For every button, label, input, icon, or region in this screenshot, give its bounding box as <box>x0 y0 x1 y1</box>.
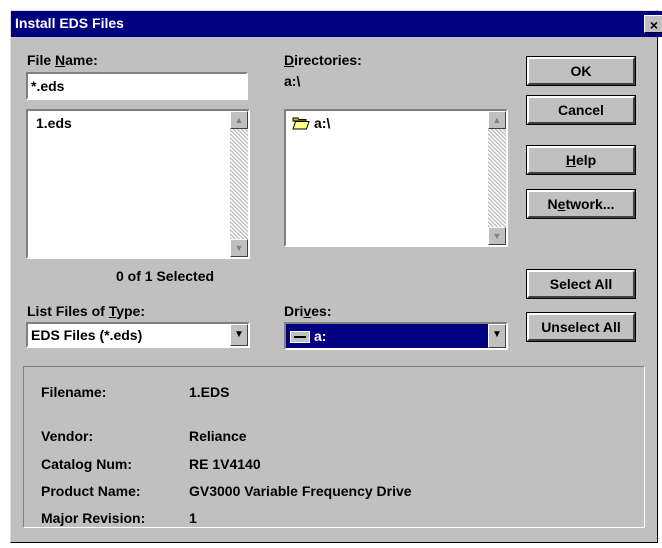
unselect-all-button[interactable]: Unselect All <box>527 313 635 341</box>
scroll-up-arrow-icon[interactable]: ▲ <box>488 111 506 129</box>
product-value: GV3000 Variable Frequency Drive <box>189 483 412 499</box>
window-title: Install EDS Files <box>15 15 124 31</box>
scroll-up-arrow-icon[interactable]: ▲ <box>230 111 248 129</box>
scroll-down-arrow-icon[interactable]: ▼ <box>488 227 506 245</box>
drives-value: a: <box>314 328 327 344</box>
scroll-down-arrow-icon[interactable]: ▼ <box>230 239 248 257</box>
vendor-label: Vendor: <box>41 428 94 444</box>
file-list-item[interactable]: 1.eds <box>36 115 72 131</box>
current-directory: a:\ <box>284 73 301 89</box>
drives-select[interactable]: a: ▼ <box>284 322 508 350</box>
file-name-value: *.eds <box>31 78 65 94</box>
network-button[interactable]: Network... <box>527 190 635 218</box>
cancel-button[interactable]: Cancel <box>527 96 635 124</box>
filename-value: 1.EDS <box>189 384 230 400</box>
revision-value: 1 <box>189 510 197 526</box>
help-button[interactable]: Help <box>527 146 635 174</box>
file-list-scrollbar[interactable]: ▲ ▼ <box>230 111 248 257</box>
catalog-label: Catalog Num: <box>41 456 132 472</box>
catalog-value: RE 1V4140 <box>189 456 261 472</box>
directories-label: Directories: <box>284 52 362 68</box>
close-button[interactable]: × <box>644 15 662 33</box>
title-bar[interactable]: Install EDS Files × <box>11 11 662 37</box>
directory-scrollbar[interactable]: ▲ ▼ <box>488 111 506 245</box>
file-name-input[interactable]: *.eds <box>26 72 248 100</box>
file-type-value: EDS Files (*.eds) <box>31 327 143 343</box>
directory-list[interactable]: a:\ ▲ ▼ <box>284 109 508 247</box>
drive-icon <box>290 330 310 343</box>
file-type-select[interactable]: EDS Files (*.eds) ▼ <box>26 322 250 348</box>
selection-status: 0 of 1 Selected <box>116 268 215 284</box>
file-name-label: File Name: <box>27 52 98 68</box>
filename-label: Filename: <box>41 384 107 400</box>
vendor-value: Reliance <box>189 428 247 444</box>
select-all-button[interactable]: Select All <box>527 270 635 298</box>
file-list[interactable]: 1.eds ▲ ▼ <box>26 109 250 259</box>
revision-label: Major Revision: <box>41 510 146 526</box>
open-folder-icon <box>292 116 310 130</box>
file-details-panel: Filename: 1.EDS Vendor: Reliance Catalog… <box>23 366 645 528</box>
file-type-label: List Files of Type: <box>27 303 145 319</box>
chevron-down-icon[interactable]: ▼ <box>230 324 248 346</box>
chevron-down-icon[interactable]: ▼ <box>488 324 506 348</box>
drives-label: Drives: <box>284 303 332 319</box>
product-label: Product Name: <box>41 483 141 499</box>
directory-item[interactable]: a:\ <box>314 115 330 131</box>
ok-button[interactable]: OK <box>527 57 635 85</box>
